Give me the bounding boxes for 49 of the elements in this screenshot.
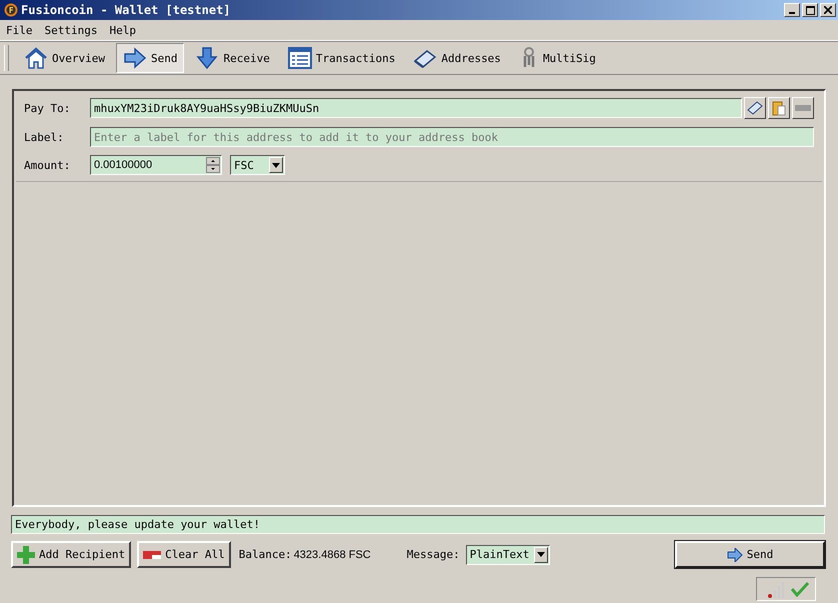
- down-arrow-icon: [195, 47, 220, 69]
- right-arrow-icon: [726, 548, 743, 562]
- clipboard-icon: [772, 100, 786, 116]
- right-arrow-icon: [122, 47, 147, 69]
- maximize-icon: [806, 6, 814, 14]
- amount-field[interactable]: 0.00100000: [91, 156, 206, 174]
- address-book-button[interactable]: [744, 97, 766, 119]
- message-field[interactable]: Everybody, please update your wallet!: [11, 515, 825, 534]
- label-field[interactable]: Enter a label for this address to add it to your address book: [90, 127, 814, 147]
- close-icon: [824, 6, 832, 14]
- house-icon: [24, 47, 48, 69]
- toolbar-grip[interactable]: [4, 45, 9, 71]
- paste-button[interactable]: [768, 97, 790, 119]
- pay-to-label: Pay To:: [24, 102, 72, 114]
- send-button[interactable]: Send: [675, 541, 825, 568]
- menu-item[interactable]: Settings: [44, 24, 98, 36]
- close-button[interactable]: [820, 3, 836, 17]
- balance-value: 4323.4868 FSC: [294, 548, 371, 560]
- remove-button[interactable]: [792, 97, 814, 119]
- toolbar-tab[interactable]: MultiSig: [512, 43, 603, 73]
- toolbar-tab[interactable]: Receive: [188, 43, 277, 73]
- clear-all-button[interactable]: Clear All: [137, 541, 231, 568]
- pay-to-field[interactable]: mhuxYM23iDruk8AY9uaHSsy9BiuZKMUuSn: [90, 98, 742, 118]
- remove-icon: [795, 105, 811, 111]
- plus-icon: [17, 546, 35, 564]
- add-recipient-button[interactable]: Add Recipient: [11, 541, 132, 568]
- checkmark-icon: [791, 581, 809, 597]
- minimize-button[interactable]: [784, 3, 800, 17]
- amount-spinbox[interactable]: 0.00100000: [90, 155, 222, 175]
- toolbar-tab[interactable]: Addresses: [406, 43, 508, 73]
- menu-item[interactable]: File: [6, 24, 32, 36]
- message-type-label: Message:: [406, 548, 460, 561]
- balance-label: Balance:: [238, 548, 292, 561]
- maximize-button[interactable]: [802, 3, 818, 17]
- window-title: Fusioncoin - Wallet [testnet]: [21, 3, 231, 17]
- menu-item[interactable]: Help: [109, 24, 136, 36]
- amount-label: Amount:: [24, 158, 72, 172]
- dropdown-arrow-icon: [272, 162, 280, 168]
- dropdown-arrow-icon: [536, 552, 545, 557]
- spin-buttons[interactable]: [206, 157, 220, 173]
- coin-icon: [4, 3, 18, 17]
- list-icon: [288, 47, 312, 69]
- connection-signal-icon: [767, 580, 787, 598]
- toolbar-tab[interactable]: Send: [116, 43, 184, 73]
- toolbar-tab[interactable]: Overview: [17, 43, 112, 73]
- message-type-dropdown[interactable]: PlainText: [466, 544, 550, 564]
- toolbar-tab[interactable]: Transactions: [280, 43, 402, 73]
- unit-dropdown[interactable]: FSC: [230, 155, 285, 175]
- label-label: Label:: [24, 130, 65, 144]
